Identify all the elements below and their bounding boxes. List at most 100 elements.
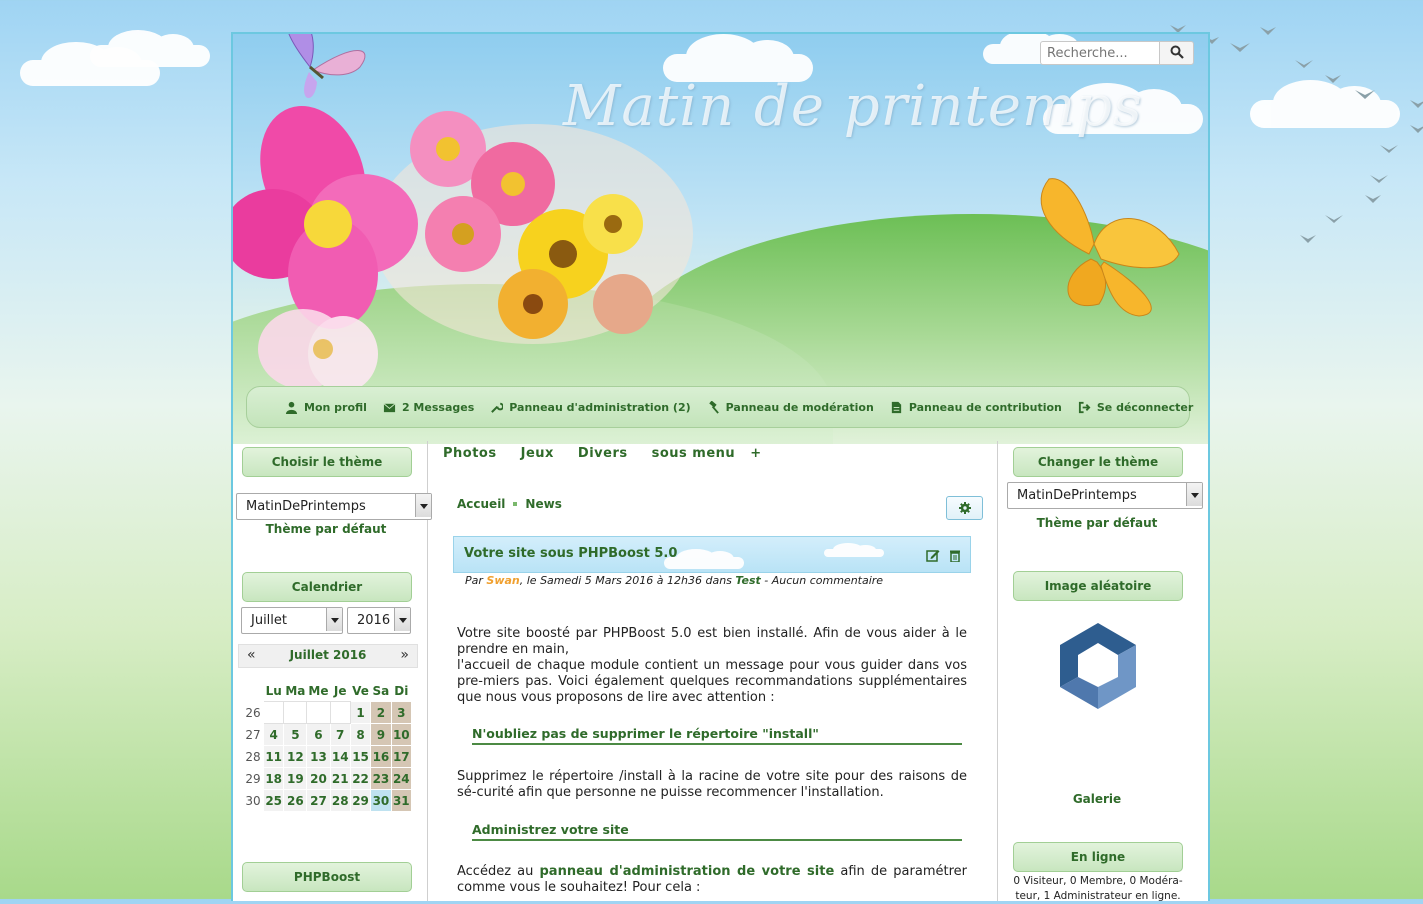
calendar-day[interactable]: 14 (329, 745, 351, 768)
logout-label: Se déconnecter (1096, 400, 1194, 414)
user-toolbar: Mon profil 2 Messages Panneau d'administ… (246, 386, 1193, 428)
breadcrumb-home[interactable]: Accueil (457, 497, 505, 511)
module-settings-button[interactable] (946, 496, 983, 520)
calendar-month-label: Juillet 2016 (289, 648, 367, 662)
search-input[interactable] (1040, 41, 1162, 65)
calendar-week-row: 29 18 19 20 21 22 23 24 (242, 767, 413, 790)
article-paragraph-2: Supprimez le répertoire /install à la ra… (457, 769, 967, 800)
calendar-empty-cell (306, 701, 331, 724)
calendar-day[interactable]: 9 (370, 723, 392, 746)
calendar-title: Calendrier (242, 572, 412, 602)
theme-select-left-value: MatinDePrintemps (246, 499, 366, 514)
calendar-day[interactable]: 12 (283, 745, 308, 768)
calendar-weekday: Je (333, 684, 347, 698)
calendar-day[interactable]: 27 (306, 789, 331, 812)
chevron-down-icon (415, 494, 431, 517)
user-icon (285, 401, 298, 414)
search-button[interactable] (1159, 41, 1194, 65)
calendar-day[interactable]: 6 (306, 723, 331, 746)
butterfly-yellow-image (1040, 178, 1180, 317)
calendar-day[interactable]: 17 (390, 745, 413, 768)
calendar-body: 26 1 2 3 27 4 5 6 7 8 9 10 28 11 12 13 14 15 16 17 29 18 19 20 2… (242, 701, 413, 812)
phpboost-title: PHPBoost (242, 862, 412, 892)
calendar-day[interactable]: 25 (262, 789, 285, 812)
sign-out-icon (1078, 401, 1091, 413)
calendar-week-number: 29 (242, 767, 264, 790)
calendar-day[interactable]: 31 (390, 789, 413, 812)
admin-panel-inline-link[interactable]: panneau d'administration de votre site (540, 864, 835, 879)
article-category-link[interactable]: Test (735, 574, 760, 587)
moderation-panel-link[interactable]: Panneau de modération (707, 400, 874, 414)
messages-label: 2 Messages (401, 400, 475, 414)
month-select[interactable]: Juillet (241, 607, 343, 634)
calendar-day[interactable]: 7 (329, 723, 351, 746)
logout-link[interactable]: Se déconnecter (1078, 401, 1193, 414)
article-paragraph-1a: Votre site boosté par PHPBoost 5.0 est b… (457, 626, 967, 657)
delete-icon[interactable] (949, 549, 961, 562)
theme-select-right[interactable]: MatinDePrintemps (1007, 482, 1203, 509)
article-meta: Par Swan, le Samedi 5 Mars 2016 à 12h36 … (465, 574, 883, 587)
calendar-day[interactable]: 20 (306, 767, 331, 790)
random-image-title: Image aléatoire (1013, 571, 1183, 601)
choose-theme-title: Choisir le thème (242, 447, 412, 477)
calendar-day[interactable]: 28 (329, 789, 351, 812)
article-paragraph-3: Accédez au panneau d'administration de v… (457, 864, 967, 896)
article-title[interactable]: Votre site sous PHPBoost 5.0 (464, 546, 677, 561)
menu-item-divers[interactable]: Divers (578, 446, 628, 461)
messages-link[interactable]: 2 Messages (383, 401, 474, 414)
calendar-day[interactable]: 30 (370, 789, 392, 812)
calendar-day[interactable]: 15 (349, 745, 372, 768)
calendar-day[interactable]: 22 (349, 767, 372, 790)
calendar-day[interactable]: 16 (370, 745, 392, 768)
menu-item-sous-menu[interactable]: sous menu + (652, 446, 762, 461)
default-theme-link-left[interactable]: Thème par défaut (242, 522, 410, 536)
calendar-day[interactable]: 29 (349, 789, 372, 812)
search-box (1040, 41, 1194, 65)
calendar-day[interactable]: 18 (262, 767, 285, 790)
meta-date: , le Samedi 5 Mars 2016 à 12h36 dans (519, 574, 736, 587)
chevron-down-icon (326, 608, 342, 631)
gallery-link[interactable]: Galerie (1013, 792, 1181, 806)
calendar-day[interactable]: 23 (370, 767, 392, 790)
calendar-day[interactable]: 3 (390, 701, 413, 724)
calendar-next-button[interactable]: » (400, 647, 409, 663)
contribution-panel-link[interactable]: Panneau de contribution (890, 401, 1062, 414)
admin-panel-label: Panneau d'administration (2) (509, 400, 691, 414)
calendar-day[interactable]: 1 (349, 701, 372, 724)
butterfly-purple-image (288, 34, 366, 99)
article-paragraph-1b: l'accueil de chaque module contient un m… (457, 658, 967, 705)
calendar-day[interactable]: 4 (262, 723, 285, 746)
article-author-link[interactable]: Swan (486, 574, 519, 587)
calendar-day[interactable]: 24 (390, 767, 413, 790)
menu-item-jeux[interactable]: Jeux (521, 446, 554, 461)
random-gallery-image[interactable] (1058, 621, 1138, 711)
online-users-text: 0 Visiteur, 0 Membre, 0 Modéra-teur, 1 A… (1013, 875, 1183, 902)
menu-item-sous-menu-label: sous menu (651, 446, 736, 461)
default-theme-link-right[interactable]: Thème par défaut (1013, 516, 1181, 530)
header-bar-cloud (824, 543, 884, 557)
calendar-day[interactable]: 21 (329, 767, 351, 790)
calendar-day[interactable]: 2 (370, 701, 392, 724)
meta-par: Par (465, 574, 487, 587)
calendar-day[interactable]: 10 (390, 723, 413, 746)
calendar-day[interactable]: 13 (306, 745, 331, 768)
envelope-icon (383, 402, 396, 412)
article-subheading-install: N'oubliez pas de supprimer le répertoire… (472, 726, 962, 745)
calendar-empty-cell (283, 701, 308, 724)
edit-icon[interactable] (926, 549, 940, 562)
gavel-icon (708, 400, 719, 414)
admin-panel-link[interactable]: Panneau d'administration (2) (490, 400, 691, 414)
calendar-weekday: Di (394, 684, 409, 698)
breadcrumb: Accueil News (457, 497, 562, 511)
calendar-day[interactable]: 26 (283, 789, 308, 812)
calendar-day[interactable]: 5 (283, 723, 308, 746)
breadcrumb-current[interactable]: News (525, 497, 561, 511)
theme-select-left[interactable]: MatinDePrintemps (236, 493, 432, 520)
calendar-day[interactable]: 19 (283, 767, 308, 790)
menu-item-photos[interactable]: Photos (443, 446, 497, 461)
year-select[interactable]: 2016 (347, 607, 411, 634)
profile-link[interactable]: Mon profil (285, 401, 367, 414)
meta-comments: - Aucun commentaire (760, 574, 884, 587)
calendar-day[interactable]: 11 (262, 745, 285, 768)
calendar-day[interactable]: 8 (349, 723, 372, 746)
